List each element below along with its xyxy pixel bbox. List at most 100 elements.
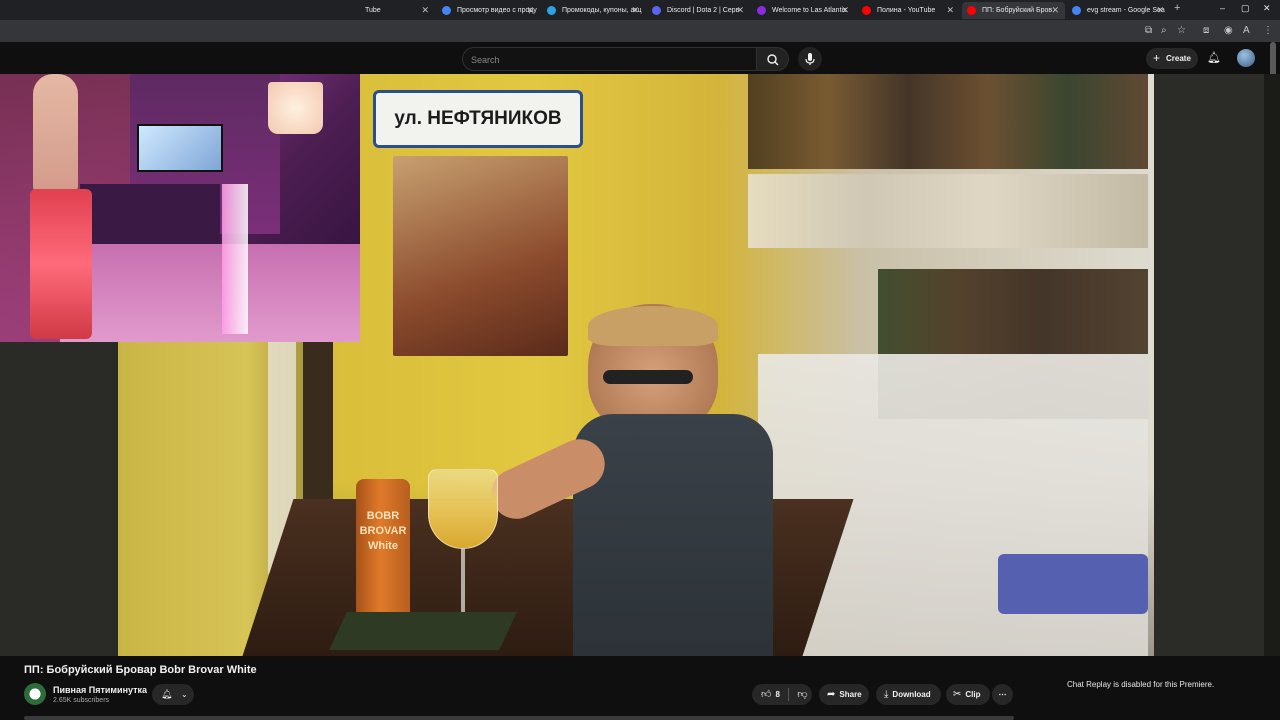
create-button[interactable]: + Create: [1146, 48, 1198, 69]
close-tab-icon[interactable]: ✕: [1051, 2, 1059, 19]
site-icon: [757, 6, 766, 15]
tab-video-view[interactable]: Просмотр видео с проду ✕: [437, 2, 540, 19]
youtube-masthead: Search + Create 🔔︎: [0, 42, 1280, 74]
like-divider: [788, 688, 790, 702]
player-letterbox-right: [1154, 74, 1264, 656]
microphone-icon: [805, 53, 815, 65]
clip-label: Clip: [965, 690, 981, 699]
tab-promocodes[interactable]: Промокоды, купоны, акц ✕: [542, 2, 645, 19]
webcam-light-strip: [222, 184, 248, 334]
like-dislike-group: 👍︎ 8 👎︎: [752, 684, 812, 705]
google-icon: [1072, 6, 1081, 15]
webcam-lamp: [268, 82, 323, 134]
share-icon: ➦: [827, 689, 836, 700]
bottle-shelf-top: [748, 74, 1148, 169]
thumbs-down-icon[interactable]: 👎︎: [797, 689, 807, 700]
video-title: ПП: Бобруйский Бровар Bobr Brovar White: [24, 664, 257, 676]
google-icon: [442, 6, 451, 15]
subscription-bell-button[interactable]: 🔔︎ ⌄: [152, 684, 194, 705]
page-bottom-bar: [24, 716, 1014, 720]
youtube-icon: [862, 6, 871, 15]
user-avatar[interactable]: [1237, 49, 1255, 67]
tab-discord[interactable]: Discord | Dota 2 | Серв ✕: [647, 2, 750, 19]
plus-icon: +: [1153, 51, 1161, 65]
chat-replay-notice: Chat Replay is disabled for this Premier…: [1067, 680, 1215, 689]
share-button[interactable]: ➦ Share: [819, 684, 869, 705]
street-sign: ул. НЕФТЯНИКОВ: [373, 90, 583, 148]
webcam-floor: [60, 244, 360, 342]
maximize-button[interactable]: ▢: [1241, 3, 1250, 14]
new-tab-button[interactable]: +: [1174, 2, 1180, 14]
presenter-hair: [588, 306, 718, 346]
address-bar-row: ⧉ ⌕ ☆ ⧈ ◉ A ⋮: [0, 20, 1280, 42]
tab-polina[interactable]: Полина - YouTube ✕: [857, 2, 960, 19]
glass-shelf: [748, 174, 1148, 248]
minimize-button[interactable]: –: [1220, 3, 1225, 13]
youtube-icon: [967, 6, 976, 15]
site-icon: [547, 6, 556, 15]
monk-poster: [393, 156, 568, 356]
close-window-button[interactable]: ✕: [1263, 3, 1271, 14]
subscriber-count: 2.65K subscribers: [53, 697, 110, 704]
discord-icon: [652, 6, 661, 15]
coaster-mat: [329, 612, 517, 650]
presenter-sunglasses: [603, 370, 693, 384]
search-input[interactable]: Search: [462, 47, 757, 71]
search-button[interactable]: [757, 47, 789, 71]
download-button[interactable]: ⤓ Download: [876, 684, 941, 705]
close-tab-icon[interactable]: ✕: [631, 2, 639, 19]
webcam-sofa: [80, 184, 220, 244]
browser-tab-strip: Tube ✕ Просмотр видео с проду ✕ Промокод…: [0, 0, 1280, 20]
channel-avatar[interactable]: [24, 683, 46, 705]
tab-label: evg stream - Google Sea: [1087, 7, 1165, 14]
tab-label: Полина - YouTube: [877, 7, 936, 14]
channel-name[interactable]: Пивная Пятиминутка: [53, 685, 147, 695]
webcam-person-torso: [33, 74, 78, 194]
clip-button[interactable]: ✂ Clip: [946, 684, 990, 705]
download-icon: ⤓: [884, 689, 889, 700]
share-label: Share: [839, 690, 862, 699]
webcam-person-shorts: [30, 189, 92, 339]
create-label: Create: [1166, 54, 1191, 63]
download-label: Download: [892, 690, 931, 699]
chevron-down-icon: ⌄: [180, 690, 188, 699]
like-count[interactable]: 8: [775, 690, 779, 699]
tab-label: Просмотр видео с проду: [457, 7, 537, 14]
webcam-overlay: [0, 74, 360, 342]
close-tab-icon[interactable]: ✕: [841, 2, 849, 19]
tab-label: Discord | Dota 2 | Серв: [667, 7, 740, 14]
voice-search-button[interactable]: [798, 47, 822, 71]
search-icon: [767, 54, 779, 66]
open-in-app-icon[interactable]: ⧉: [1145, 25, 1152, 36]
extensions-icon[interactable]: ⧈: [1203, 25, 1209, 36]
tab-current-video[interactable]: ПП: Бобруйский Бров ✕: [962, 2, 1065, 19]
scissors-icon: ✂: [953, 689, 962, 700]
tab-google-search[interactable]: evg stream - Google Sea ✕: [1067, 2, 1170, 19]
webcam-tv: [137, 124, 223, 172]
tab-label: Tube: [365, 7, 381, 14]
close-tab-icon[interactable]: ✕: [946, 2, 954, 19]
profile-icon[interactable]: ◉: [1224, 25, 1233, 36]
tab-label: Welcome to Las Atlantis: [772, 7, 847, 14]
notifications-bell-icon[interactable]: 🔔︎: [1207, 51, 1221, 64]
thumbs-up-icon[interactable]: 👍︎: [761, 689, 771, 700]
tab-las-atlantis[interactable]: Welcome to Las Atlantis ✕: [752, 2, 855, 19]
zoom-icon[interactable]: ⌕: [1161, 25, 1167, 36]
close-tab-icon[interactable]: ✕: [526, 2, 534, 19]
boombox: [998, 554, 1148, 614]
beer-glass: [428, 469, 498, 549]
close-tab-icon[interactable]: ✕: [1156, 2, 1164, 19]
close-tab-icon[interactable]: ✕: [736, 2, 744, 19]
tab-label: ПП: Бобруйский Бров: [982, 7, 1053, 14]
close-tab-icon[interactable]: ✕: [421, 2, 429, 19]
browser-menu-icon[interactable]: ⋮: [1263, 25, 1273, 36]
beer-can: BOBR BROVAR White: [356, 479, 410, 627]
account-letter-icon[interactable]: A: [1243, 25, 1250, 36]
tab-youtube[interactable]: Tube ✕: [345, 2, 435, 19]
video-player[interactable]: ул. НЕФТЯНИКОВ BOBR BROVAR White: [0, 74, 1280, 656]
more-actions-button[interactable]: ⋯: [992, 684, 1013, 705]
presenter-shirt: [573, 414, 773, 656]
tab-label: Промокоды, купоны, акц: [562, 7, 642, 14]
bookmark-star-icon[interactable]: ☆: [1177, 25, 1186, 36]
bell-icon: 🔔︎: [161, 689, 173, 699]
